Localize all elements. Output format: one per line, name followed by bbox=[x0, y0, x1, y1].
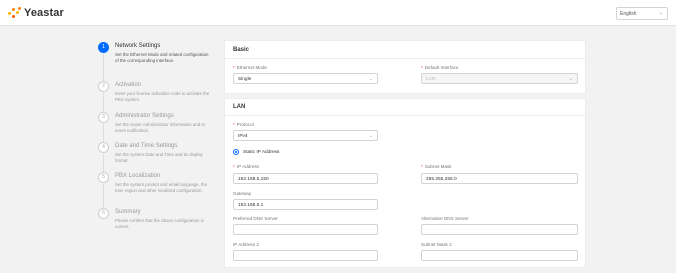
brand-name: Yeastar bbox=[24, 7, 64, 19]
step-connector bbox=[103, 54, 104, 82]
brand-logo[interactable]: Yeastar bbox=[8, 6, 64, 20]
subnet-mask-input[interactable]: 255.255.255.0 bbox=[421, 173, 578, 184]
protocol-value: IPv4 bbox=[238, 134, 248, 139]
step-connector bbox=[103, 154, 104, 173]
subnet-mask-label: * Subnet Mask bbox=[421, 164, 452, 169]
alternative-dns-label: Alternative DNS Server bbox=[421, 216, 469, 221]
step-title: Summary bbox=[115, 209, 141, 215]
step-description: Set the Super Administrator information … bbox=[115, 122, 206, 133]
subnet-mask-2-label: Subnet Mask 2 bbox=[421, 242, 452, 247]
step-number: 5 bbox=[98, 172, 109, 183]
step-title: Date and Time Settings bbox=[115, 143, 178, 149]
language-select[interactable]: English ⌄ bbox=[616, 7, 668, 20]
chevron-down-icon: ⌄ bbox=[568, 76, 573, 82]
lan-card: LAN * Protocol IPv4 ⌄ Static IP Address *… bbox=[224, 98, 586, 268]
chevron-down-icon: ⌄ bbox=[368, 133, 373, 139]
default-interface-label: * Default Interface bbox=[421, 65, 459, 70]
step-connector bbox=[103, 124, 104, 143]
step-title: PBX Localization bbox=[115, 173, 161, 179]
gateway-label: Gateway bbox=[233, 191, 252, 196]
radio-selected-icon bbox=[233, 149, 239, 155]
top-bar: Yeastar English ⌄ bbox=[0, 0, 676, 26]
subnet-mask-2-input[interactable] bbox=[421, 250, 578, 261]
protocol-label: * Protocol bbox=[233, 122, 254, 127]
static-ip-radio[interactable]: Static IP Address bbox=[233, 149, 279, 155]
ip-address-input[interactable]: 192.168.5.150 bbox=[233, 173, 378, 184]
static-ip-label: Static IP Address bbox=[243, 149, 280, 155]
step-description: Set the Ethernet Mode and related config… bbox=[115, 52, 209, 63]
default-interface-select[interactable]: LAN ⌄ bbox=[421, 73, 578, 84]
step-title: Network Settings bbox=[115, 43, 161, 49]
alternative-dns-input[interactable] bbox=[421, 224, 578, 235]
step-number: 6 bbox=[98, 208, 109, 219]
ethernet-mode-value: Single bbox=[238, 77, 252, 82]
step-description: Please confirm that the above configurat… bbox=[115, 218, 204, 229]
step-number: 2 bbox=[98, 81, 109, 92]
ethernet-mode-select[interactable]: Single ⌄ bbox=[233, 73, 378, 84]
chevron-down-icon: ⌄ bbox=[368, 76, 373, 82]
language-value: English bbox=[620, 11, 637, 17]
ip-address-2-input[interactable] bbox=[233, 250, 378, 261]
divider bbox=[225, 58, 585, 59]
preferred-dns-label: Preferred DNS Server bbox=[233, 216, 278, 221]
yeastar-logo-icon bbox=[8, 7, 22, 19]
basic-card: Basic * Ethernet Mode Single ⌄ * Default I… bbox=[224, 40, 586, 94]
step-connector bbox=[103, 184, 104, 208]
step-description: Set the system Date and Time and its dis… bbox=[115, 152, 203, 163]
step-description: Set the system prompt and email language… bbox=[115, 182, 208, 193]
protocol-select[interactable]: IPv4 ⌄ bbox=[233, 130, 378, 141]
step-title: Activation bbox=[115, 82, 142, 88]
step-title: Administrator Settings bbox=[115, 113, 174, 119]
chevron-down-icon: ⌄ bbox=[658, 10, 663, 16]
step-number: 4 bbox=[98, 142, 109, 153]
lan-title: LAN bbox=[233, 104, 246, 110]
ip-address-label: * IP Address bbox=[233, 164, 259, 169]
default-interface-value: LAN bbox=[426, 77, 436, 82]
basic-title: Basic bbox=[233, 47, 250, 53]
step-number: 1 bbox=[98, 42, 109, 53]
step-description: Enter your license activation code to ac… bbox=[115, 91, 210, 102]
preferred-dns-input[interactable] bbox=[233, 224, 378, 235]
ethernet-mode-label: * Ethernet Mode bbox=[233, 65, 267, 70]
step-connector bbox=[103, 93, 104, 112]
ip-address-2-label: IP Address 2 bbox=[233, 242, 259, 247]
divider bbox=[225, 115, 585, 116]
gateway-input[interactable]: 192.168.5.1 bbox=[233, 199, 378, 210]
step-number: 3 bbox=[98, 112, 109, 123]
